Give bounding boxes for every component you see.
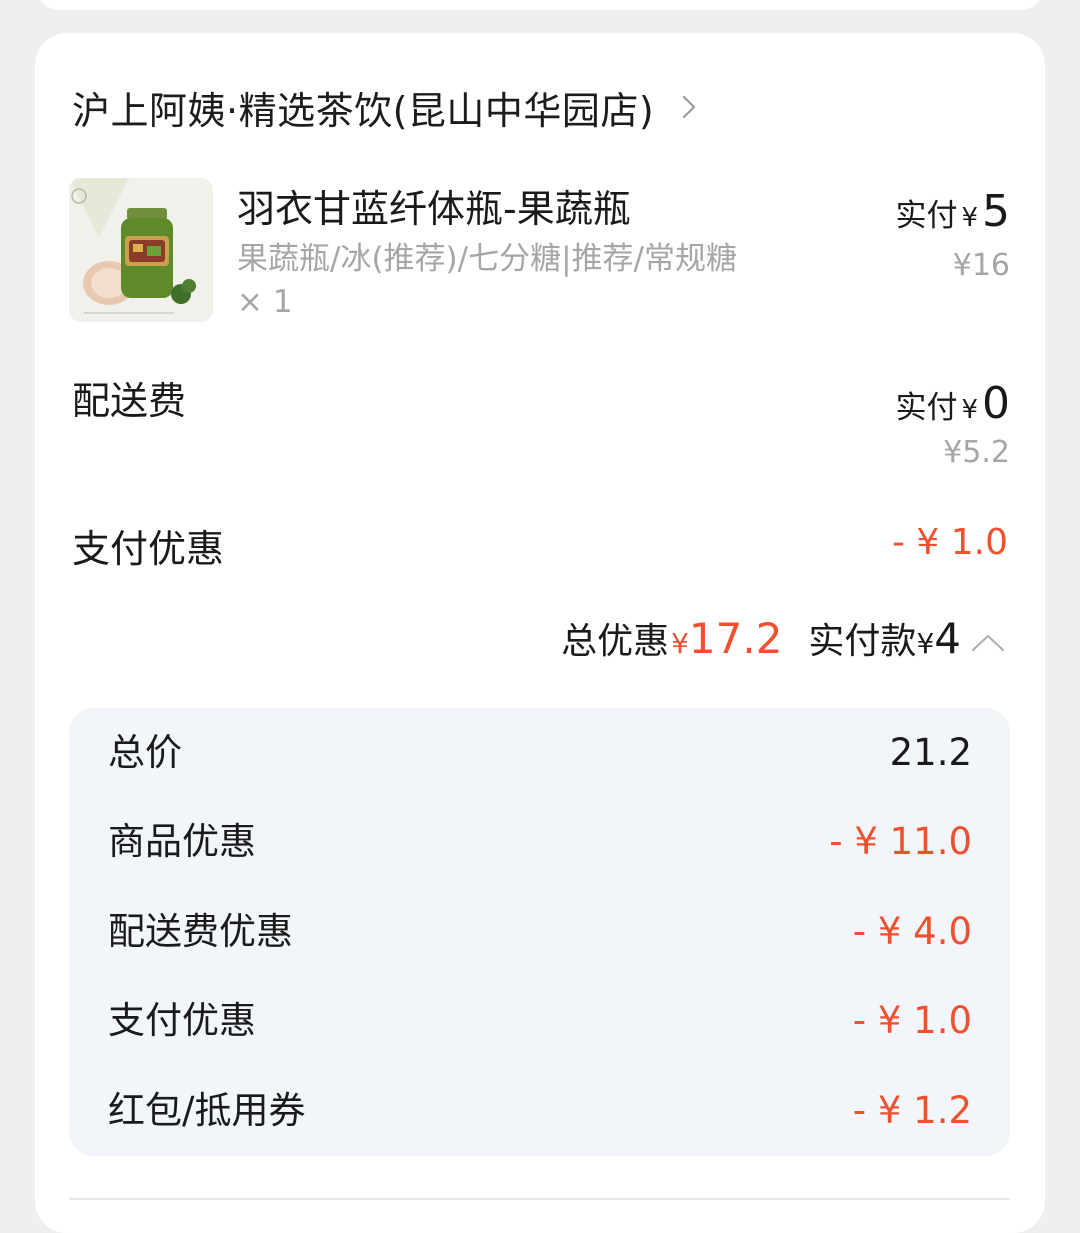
breakdown-value: - ¥ 1.0 [852,999,972,1042]
product-image[interactable] [69,178,213,322]
payment-discount-label: 支付优惠 [72,527,225,571]
breakdown-row-total: 总价 21.2 [69,723,1010,783]
total-discount-value: 17.2 [688,614,783,663]
breakdown-value: - ¥ 1.2 [852,1089,972,1132]
breakdown-row-payment-discount: 支付优惠 - ¥ 1.0 [69,991,1010,1051]
breakdown-label: 支付优惠 [108,999,256,1042]
divider [69,1198,1010,1200]
currency-symbol: ¥ [916,627,935,660]
delivery-paid: 实付 ¥ 0 [895,378,1010,429]
currency-symbol: ¥ [671,627,689,660]
store-name: 沪上阿姨·精选茶饮(昆山中华园店) [72,88,655,133]
breakdown-label: 总价 [108,731,182,774]
total-paid-value: 4 [934,614,961,663]
payment-discount-value: - ¥ 1.0 [891,522,1008,563]
product-original-price: ¥16 [952,248,1010,283]
product-spec: 果蔬瓶/冰(推荐)/七分糖|推荐/常规糖 [237,241,737,277]
breakdown-row-delivery-discount: 配送费优惠 - ¥ 4.0 [69,902,1010,962]
paid-label: 实付 [895,198,958,234]
juice-bottle-image [69,178,213,322]
product-paid: 实付 ¥ 5 [895,186,1010,237]
previous-card [35,0,1045,10]
currency-symbol: ¥ [961,203,978,233]
delivery-original-price: ¥5.2 [943,435,1010,470]
product-title[interactable]: 羽衣甘蓝纤体瓶-果蔬瓶 [237,178,631,233]
store-link[interactable]: 沪上阿姨·精选茶饮(昆山中华园店) [72,80,700,134]
paid-label: 实付 [895,390,958,426]
breakdown-label: 配送费优惠 [108,910,293,953]
total-paid-label: 实付款 [808,621,917,662]
currency-symbol: ¥ [961,395,978,425]
breakdown-row-product-discount: 商品优惠 - ¥ 11.0 [69,812,1010,872]
chevron-up-icon[interactable] [971,633,1005,653]
breakdown-label: 商品优惠 [108,820,256,863]
price-summary-toggle[interactable]: 总优惠 ¥ 17.2 实付款 ¥ 4 [561,612,1005,664]
chevron-right-icon [683,95,696,119]
total-discount-label: 总优惠 [561,621,670,662]
breakdown-value: - ¥ 4.0 [852,910,972,953]
breakdown-value: - ¥ 11.0 [829,820,972,863]
breakdown-label: 红包/抵用券 [108,1089,306,1132]
price-breakdown-panel: 总价 21.2 商品优惠 - ¥ 11.0 配送费优惠 - ¥ 4.0 支付优惠… [69,708,1010,1156]
delivery-fee-label: 配送费 [72,379,187,423]
breakdown-row-coupon: 红包/抵用券 - ¥ 1.2 [69,1081,1010,1141]
paid-amount: 5 [982,186,1010,237]
breakdown-value: 21.2 [889,731,972,774]
product-quantity: × 1 [237,284,293,320]
paid-amount: 0 [982,378,1010,429]
